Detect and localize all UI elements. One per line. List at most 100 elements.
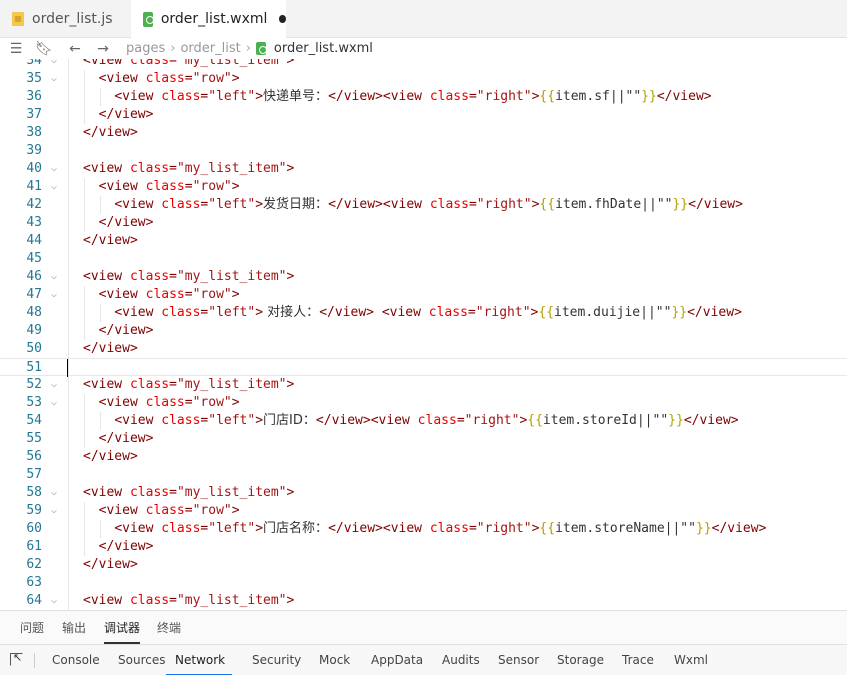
tab-debugger[interactable]: 调试器 (104, 611, 141, 644)
code-text: </view> (83, 557, 138, 572)
code-line[interactable]: 55 </view> (0, 430, 847, 448)
code-line[interactable]: 36 <view class="left">快递单号：</view><view … (0, 88, 847, 106)
code-text: <view class="my_list_item"> (83, 377, 295, 392)
js-file-icon (12, 12, 24, 26)
code-line[interactable]: 59 ⌵ <view class="row"> (0, 502, 847, 520)
code-line[interactable]: 60 <view class="left">门店名称：</view><view … (0, 520, 847, 538)
bottom-panel-tabs: 问题 输出 调试器 终端 (0, 610, 847, 644)
fold-chevron-icon[interactable]: ⌵ (48, 268, 60, 286)
fold-chevron-icon[interactable]: ⌵ (48, 178, 60, 196)
code-line[interactable]: 34 ⌵ <view class="my_list_item"> (0, 59, 847, 70)
code-line[interactable]: 39 (0, 142, 847, 160)
code-text: <view class="my_list_item"> (83, 269, 295, 284)
chevron-right-icon: › (170, 41, 176, 56)
tab-mock[interactable]: Mock (319, 645, 350, 675)
code-line[interactable]: 54 <view class="left">门店ID：</view><view … (0, 412, 847, 430)
editor-tab-bar: order_list.js order_list.wxml (0, 0, 847, 39)
code-line[interactable]: 62 </view> (0, 556, 847, 574)
code-line[interactable]: 42 <view class="left">发货日期：</view><view … (0, 196, 847, 214)
indent-guide (100, 412, 101, 430)
tab-console[interactable]: Console (52, 645, 100, 675)
code-line[interactable]: 57 (0, 466, 847, 484)
line-number: 34 (26, 59, 42, 68)
code-line[interactable]: 58 ⌵ <view class="my_list_item"> (0, 484, 847, 502)
code-line[interactable]: 64 ⌵ <view class="my_list_item"> (0, 592, 847, 610)
unsaved-dot-icon[interactable] (279, 15, 286, 23)
indent-guide (100, 520, 101, 538)
arrow-right-icon[interactable]: → (94, 38, 112, 59)
code-line[interactable]: 61 </view> (0, 538, 847, 556)
fold-chevron-icon[interactable]: ⌵ (48, 376, 60, 394)
code-line[interactable]: 63 (0, 574, 847, 592)
tab-sources[interactable]: Sources (118, 645, 165, 675)
code-line[interactable]: 35 ⌵ <view class="row"> (0, 70, 847, 88)
fold-chevron-icon[interactable]: ⌵ (48, 394, 60, 412)
tab-storage[interactable]: Storage (557, 645, 604, 675)
indent-guide (100, 88, 101, 106)
bookmark-icon[interactable]: 🔖︎ (35, 38, 53, 59)
breadcrumb-bar: ☰ 🔖︎ ← → pages › order_list › order_list… (0, 38, 847, 59)
tab-label: order_list.wxml (160, 11, 268, 27)
fold-chevron-icon[interactable]: ⌵ (48, 59, 60, 70)
fold-chevron-icon[interactable]: ⌵ (48, 502, 60, 520)
fold-chevron-icon[interactable]: ⌵ (48, 592, 60, 610)
tab-wxml[interactable]: Wxml (674, 645, 708, 675)
code-text: </view> (98, 431, 154, 446)
indent-guide (84, 286, 85, 340)
tab-audits[interactable]: Audits (442, 645, 480, 675)
code-line[interactable]: 56 </view> (0, 448, 847, 466)
indent-guide (100, 196, 101, 214)
fold-chevron-icon[interactable]: ⌵ (48, 70, 60, 88)
breadcrumb-item[interactable]: order_list.wxml (255, 41, 373, 56)
code-text: <view class="row"> (98, 179, 240, 194)
fold-chevron-icon[interactable]: ⌵ (48, 160, 60, 178)
code-line[interactable]: 52 ⌵ <view class="my_list_item"> (0, 376, 847, 394)
tab-trace[interactable]: Trace (622, 645, 654, 675)
line-number: 58 (26, 485, 42, 500)
tab-sensor[interactable]: Sensor (498, 645, 539, 675)
tab-security[interactable]: Security (252, 645, 301, 675)
code-line[interactable]: 50 </view> (0, 340, 847, 358)
tab-terminal[interactable]: 终端 (157, 611, 181, 645)
code-text: <view class="my_list_item"> (83, 161, 295, 176)
breadcrumb-item[interactable]: pages (126, 41, 165, 56)
breadcrumb-item[interactable]: order_list (180, 41, 240, 56)
code-line[interactable]: 48 <view class="left"> 对接人：</view> <view… (0, 304, 847, 322)
line-number: 64 (26, 593, 42, 608)
code-editor[interactable]: 34 ⌵ <view class="my_list_item"> 35 ⌵ <view … (0, 59, 847, 610)
tab-appdata[interactable]: AppData (371, 645, 423, 675)
line-number: 53 (26, 395, 42, 410)
line-number: 38 (26, 125, 42, 140)
list-icon[interactable]: ☰ (8, 38, 24, 59)
code-line[interactable]: 38 </view> (0, 124, 847, 142)
line-number: 57 (26, 467, 42, 482)
line-number: 40 (26, 161, 42, 176)
code-line[interactable]: 51 (0, 358, 847, 377)
code-text: <view class="left">快递单号：</view><view cla… (114, 89, 712, 104)
tab-output[interactable]: 输出 (62, 611, 86, 645)
code-text: </view> (83, 233, 138, 248)
tab-order-list-wxml[interactable]: order_list.wxml (131, 0, 286, 39)
code-line[interactable]: 44 </view> (0, 232, 847, 250)
line-number: 55 (26, 431, 42, 446)
code-line[interactable]: 40 ⌵ <view class="my_list_item"> (0, 160, 847, 178)
code-text: <view class="left">门店ID：</view><view cla… (114, 413, 739, 428)
fold-chevron-icon[interactable]: ⌵ (48, 286, 60, 304)
tab-problems[interactable]: 问题 (20, 611, 44, 645)
indent-guide (84, 502, 85, 556)
line-number: 63 (26, 575, 42, 590)
tab-order-list-js[interactable]: order_list.js (0, 0, 131, 38)
breadcrumb-file-label: order_list.wxml (273, 41, 373, 56)
code-line[interactable]: 47 ⌵ <view class="row"> (0, 286, 847, 304)
inspect-element-icon[interactable] (10, 651, 23, 666)
code-line[interactable]: 49 </view> (0, 322, 847, 340)
tab-network[interactable]: Network (166, 645, 232, 675)
code-line[interactable]: 46 ⌵ <view class="my_list_item"> (0, 268, 847, 286)
code-line[interactable]: 53 ⌵ <view class="row"> (0, 394, 847, 412)
code-line[interactable]: 45 (0, 250, 847, 268)
fold-chevron-icon[interactable]: ⌵ (48, 484, 60, 502)
code-line[interactable]: 37 </view> (0, 106, 847, 124)
code-line[interactable]: 41 ⌵ <view class="row"> (0, 178, 847, 196)
arrow-left-icon[interactable]: ← (66, 38, 84, 59)
code-line[interactable]: 43 </view> (0, 214, 847, 232)
